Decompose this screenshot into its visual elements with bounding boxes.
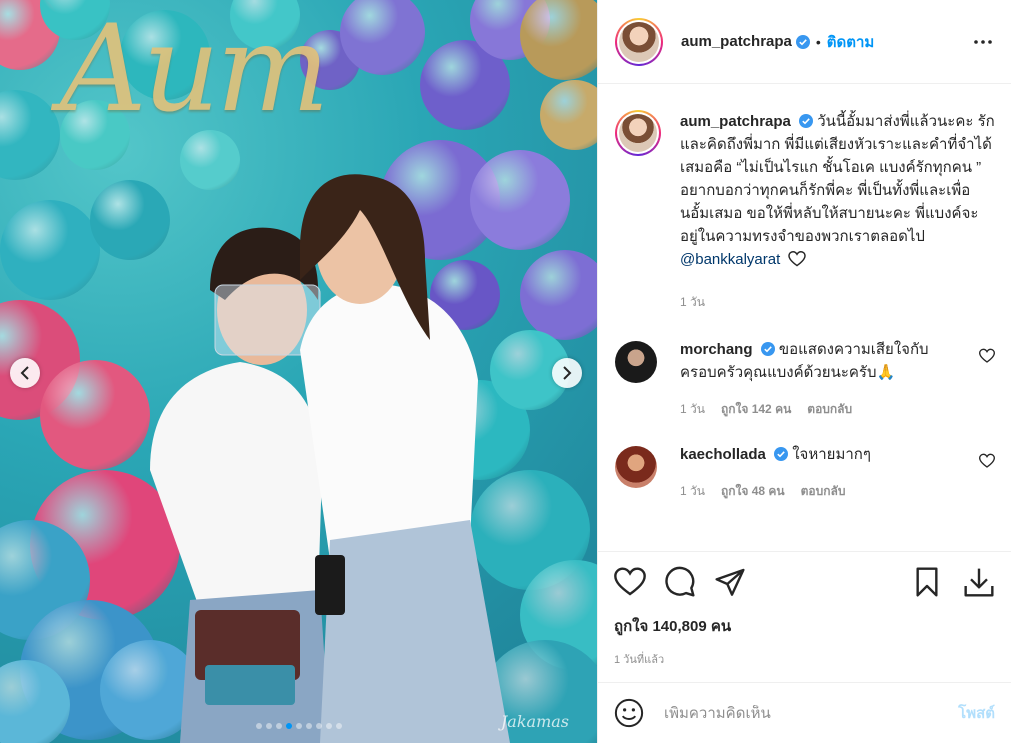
share-send-icon[interactable] [714,566,746,598]
post-timestamp[interactable]: 1 วันที่แล้ว [614,650,995,668]
like-heart-icon[interactable] [614,566,646,598]
commenter-username[interactable]: kaechollada [680,446,766,463]
comment-input[interactable] [664,704,959,722]
bookmark-icon[interactable] [911,566,943,598]
like-comment-icon[interactable] [979,348,995,364]
comment-likes[interactable]: ถูกใจ 142 คน [721,398,791,421]
like-comment-icon[interactable] [979,453,995,469]
caption: aum_patchrapa วันนี้อั้มมาส่งพี่แล้วนะคะ… [615,110,995,314]
carousel-dot [295,723,302,729]
post-photo[interactable]: Aum Jakamas [0,0,597,743]
prev-photo-button[interactable] [10,358,40,388]
carousel-dot [255,723,262,729]
add-comment-bar: โพสต์ [598,682,1011,743]
post-side-panel: aum_patchrapa • ติดตาม aum_patchrapa วัน… [597,0,1011,743]
reply-button[interactable]: ตอบกลับ [807,398,852,421]
carousel-dot [305,723,312,729]
comment-item: kaechollada ใจหายมากๆ 1 วัน ถูกใจ 48 คน … [615,443,995,503]
comments-list[interactable]: aum_patchrapa วันนี้อั้มมาส่งพี่แล้วนะคะ… [598,85,1011,551]
download-icon[interactable] [963,566,995,598]
verified-badge-icon [799,114,814,128]
caption-time[interactable]: 1 วัน [680,291,705,314]
caption-text: วันนี้อั้มมาส่งพี่แล้วนะคะ รักและคิดถึงพ… [680,113,995,245]
next-photo-button[interactable] [552,358,582,388]
more-horizontal-icon [974,39,992,44]
post-actions: ถูกใจ 140,809 คน 1 วันที่แล้ว [598,551,1011,668]
comment-bubble-icon[interactable] [664,566,696,598]
author-username[interactable]: aum_patchrapa [681,33,792,50]
more-options-button[interactable] [971,30,995,54]
carousel-dot [335,723,342,729]
heart-outline-icon [788,250,807,267]
verified-badge-icon [774,447,789,461]
chevron-left-icon [20,366,29,380]
reply-button[interactable]: ตอบกลับ [801,480,846,503]
post-comment-button[interactable]: โพสต์ [958,701,995,725]
caption-username[interactable]: aum_patchrapa [680,113,791,130]
likes-count[interactable]: ถูกใจ 140,809 คน [614,614,995,638]
photographer-signature: Jakamas [500,712,569,731]
comment-likes[interactable]: ถูกใจ 48 คน [721,480,785,503]
author-avatar[interactable] [615,17,663,66]
caption-avatar[interactable] [615,110,661,156]
post-header: aum_patchrapa • ติดตาม [598,0,1011,84]
carousel-dot [285,723,292,729]
header-separator: • [815,33,821,50]
emoji-smiley-icon[interactable] [614,698,644,728]
comment-item: morchang ขอแสดงความเสียใจกับครอบครัวคุณแ… [615,338,995,421]
people-photo [150,174,510,743]
comment-text: ใจหายมากๆ [792,446,871,463]
caption-mention-link[interactable]: @bankkalyarat [680,251,780,268]
carousel-dot [315,723,322,729]
commenter-username[interactable]: morchang [680,341,753,358]
verified-badge-icon [795,34,810,49]
carousel-dot [275,723,282,729]
commenter-avatar[interactable] [615,341,657,383]
comment-time[interactable]: 1 วัน [680,480,705,503]
chevron-right-icon [563,366,572,380]
verified-badge-icon [760,342,775,356]
commenter-avatar[interactable] [615,446,657,488]
comment-time[interactable]: 1 วัน [680,398,705,421]
carousel-dot [325,723,332,729]
carousel-dot [265,723,272,729]
follow-button[interactable]: ติดตาม [827,30,875,54]
